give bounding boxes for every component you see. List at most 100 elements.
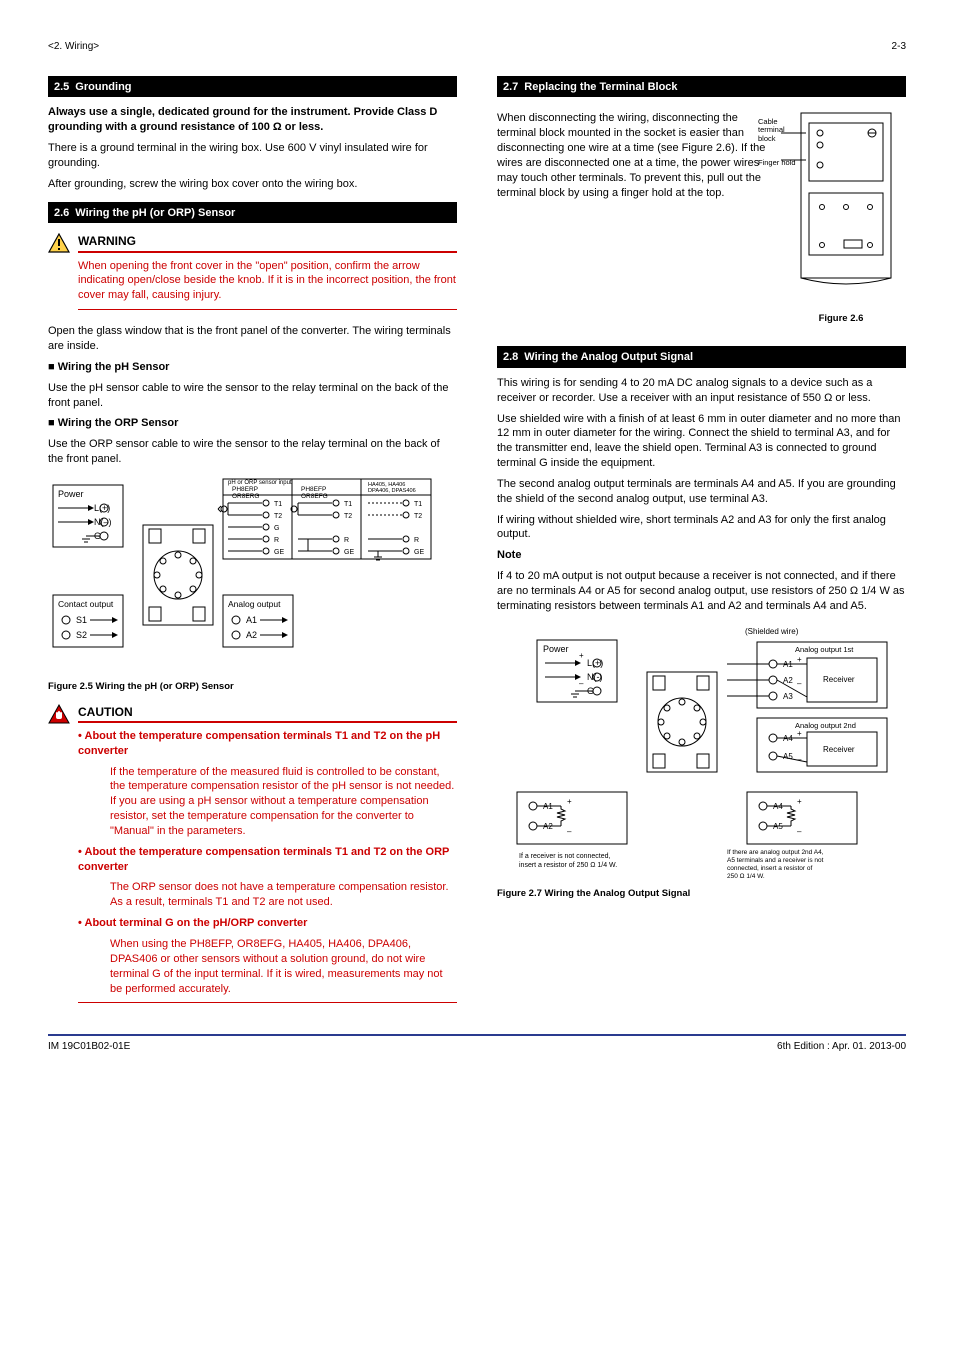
d25-contact-title: Contact output — [58, 599, 114, 609]
fig26-ann-block: Cable terminal block — [758, 118, 798, 143]
s25-p1: Always use a single, dedicated ground fo… — [48, 105, 457, 135]
svg-text:–: – — [797, 755, 802, 764]
s25-p2: There is a ground terminal in the wiring… — [48, 141, 457, 171]
caution-rule-bottom — [78, 1002, 457, 1003]
fig-2-7-caption: Figure 2.7 Wiring the Analog Output Sign… — [497, 888, 906, 901]
warning-block: WARNING When opening the front cover in … — [48, 233, 457, 318]
warning-rule-top — [78, 251, 457, 253]
svg-text:–: – — [797, 679, 802, 688]
s26-ph-subhead: ■ Wiring the pH Sensor — [48, 360, 457, 375]
fig-2-6-caption: Figure 2.6 — [776, 313, 906, 326]
caution-b3-body: When using the PH8EFP, OR8EFG, HA405, HA… — [110, 937, 457, 996]
header-right: 2-3 — [892, 40, 906, 54]
svg-text:GE: GE — [344, 549, 354, 556]
section-2-8-num: 2.8 — [503, 350, 518, 365]
svg-text:A5: A5 — [783, 752, 793, 761]
section-2-7-bar: 2.7 Replacing the Terminal Block — [497, 76, 906, 98]
caution-b1-body: If the temperature of the measured fluid… — [110, 765, 457, 839]
figure-2-5-diagram: Power L(+) N(–) G Contact output S1 S2 — [48, 475, 457, 675]
fig-2-5-caption: Figure 2.5 Wiring the pH (or ORP) Sensor — [48, 681, 457, 694]
warning-triangle-icon — [48, 233, 70, 318]
footer-left: IM 19C01B02-01E — [48, 1040, 130, 1054]
section-2-5-bar: 2.5 Grounding — [48, 76, 457, 98]
footer-right: 6th Edition : Apr. 01. 2013-00 — [777, 1040, 906, 1054]
svg-text:T1: T1 — [274, 501, 282, 508]
warning-label: WARNING — [78, 233, 457, 249]
svg-text:(Shielded wire): (Shielded wire) — [745, 627, 799, 636]
page-header: <2. Wiring> 2-3 — [48, 40, 906, 54]
s28-note-head: Note — [497, 549, 521, 561]
s25-p3: After grounding, screw the wiring box co… — [48, 177, 457, 192]
section-2-6-num: 2.6 — [54, 206, 69, 221]
svg-text:–: – — [567, 827, 572, 836]
svg-text:T2: T2 — [344, 513, 352, 520]
svg-text:Analog output 2nd: Analog output 2nd — [795, 721, 856, 730]
svg-text:GE: GE — [414, 549, 424, 556]
d25-analog-title: Analog output — [228, 599, 281, 609]
svg-text:GE: GE — [274, 549, 284, 556]
header-left: <2. Wiring> — [48, 40, 99, 54]
caution-b3-head: • About terminal G on the pH/ORP convert… — [78, 917, 307, 929]
caution-label: CAUTION — [78, 704, 457, 720]
section-2-7-title: Replacing the Terminal Block — [524, 80, 677, 95]
svg-text:–: – — [579, 679, 584, 688]
svg-text:T2: T2 — [274, 513, 282, 520]
caution-block: CAUTION • About the temperature compensa… — [48, 704, 457, 1012]
right-column: 2.7 Replacing the Terminal Block When di… — [497, 66, 906, 1016]
caution-hand-icon — [48, 704, 70, 1012]
d25-col3: HA405, HA406DPA406, DPAS406 — [368, 482, 416, 494]
wiring-diagram-2-5: Power L(+) N(–) G Contact output S1 S2 — [48, 475, 438, 675]
d25-S2: S2 — [76, 630, 87, 640]
svg-text:R: R — [344, 537, 349, 544]
svg-text:G: G — [274, 525, 279, 532]
s28-p2: Use shielded wire with a finish of at le… — [497, 412, 906, 471]
svg-text:Receiver: Receiver — [823, 745, 855, 754]
svg-text:+: + — [567, 797, 572, 806]
section-2-5-title: Grounding — [75, 80, 131, 95]
caution-b2-body: The ORP sensor does not have a temperatu… — [110, 880, 457, 910]
s28-p1: This wiring is for sending 4 to 20 mA DC… — [497, 376, 906, 406]
left-column: 2.5 Grounding Always use a single, dedic… — [48, 66, 457, 1016]
svg-text:Analog output 1st: Analog output 1st — [795, 645, 854, 654]
s26-orp-body: Use the ORP sensor cable to wire the sen… — [48, 437, 457, 467]
svg-text:Power: Power — [543, 644, 569, 654]
d25-col2: PH8EFPOR8EFG — [301, 486, 328, 500]
warning-body: When opening the front cover in the "ope… — [78, 259, 457, 304]
svg-text:+: + — [579, 651, 584, 660]
figure-2-7-diagram: Power L(+) N(-) G + – — [497, 622, 906, 882]
svg-text:A3: A3 — [783, 692, 793, 701]
s27-p1: When disconnecting the wiring, disconnec… — [497, 111, 766, 200]
d27-note-left: If a receiver is not connected,insert a … — [519, 853, 617, 869]
svg-text:A1: A1 — [246, 615, 257, 625]
section-2-8-title: Wiring the Analog Output Signal — [524, 350, 693, 365]
section-2-6-title: Wiring the pH (or ORP) Sensor — [75, 206, 235, 221]
fig26-ann-hold: Finger hold — [758, 159, 798, 167]
svg-text:Receiver: Receiver — [823, 675, 855, 684]
caution-b1-head: • About the temperature compensation ter… — [78, 730, 440, 757]
s26-ph-body: Use the pH sensor cable to wire the sens… — [48, 381, 457, 411]
svg-text:+: + — [797, 729, 802, 738]
svg-text:A2: A2 — [246, 630, 257, 640]
s28-p4: If wiring without shielded wire, short t… — [497, 513, 906, 543]
svg-text:T1: T1 — [344, 501, 352, 508]
svg-text:R: R — [414, 537, 419, 544]
section-2-6-bar: 2.6 Wiring the pH (or ORP) Sensor — [48, 202, 457, 224]
s28-note-body: If 4 to 20 mA output is not output becau… — [497, 569, 906, 614]
s26-open-glass: Open the glass window that is the front … — [48, 324, 457, 354]
figure-2-6-diagram: Cable terminal block Finger hold Figure … — [776, 105, 906, 336]
svg-text:T1: T1 — [414, 501, 422, 508]
d27-note-right: If there are analog output 2nd A4,A5 ter… — [727, 849, 824, 880]
section-2-8-bar: 2.8 Wiring the Analog Output Signal — [497, 346, 906, 368]
caution-rule-top — [78, 721, 457, 723]
svg-text:R: R — [274, 537, 279, 544]
s26-orp-subhead: ■ Wiring the ORP Sensor — [48, 416, 457, 431]
d25-power-title: Power — [58, 489, 84, 499]
d25-col1: PH8ERPOR8ERG — [232, 486, 259, 500]
svg-text:+: + — [797, 797, 802, 806]
svg-text:–: – — [797, 827, 802, 836]
section-2-5-num: 2.5 — [54, 80, 69, 95]
caution-b2-head: • About the temperature compensation ter… — [78, 846, 449, 873]
section-2-7-num: 2.7 — [503, 80, 518, 95]
s28-p3: The second analog output terminals are t… — [497, 477, 906, 507]
svg-text:T2: T2 — [414, 513, 422, 520]
